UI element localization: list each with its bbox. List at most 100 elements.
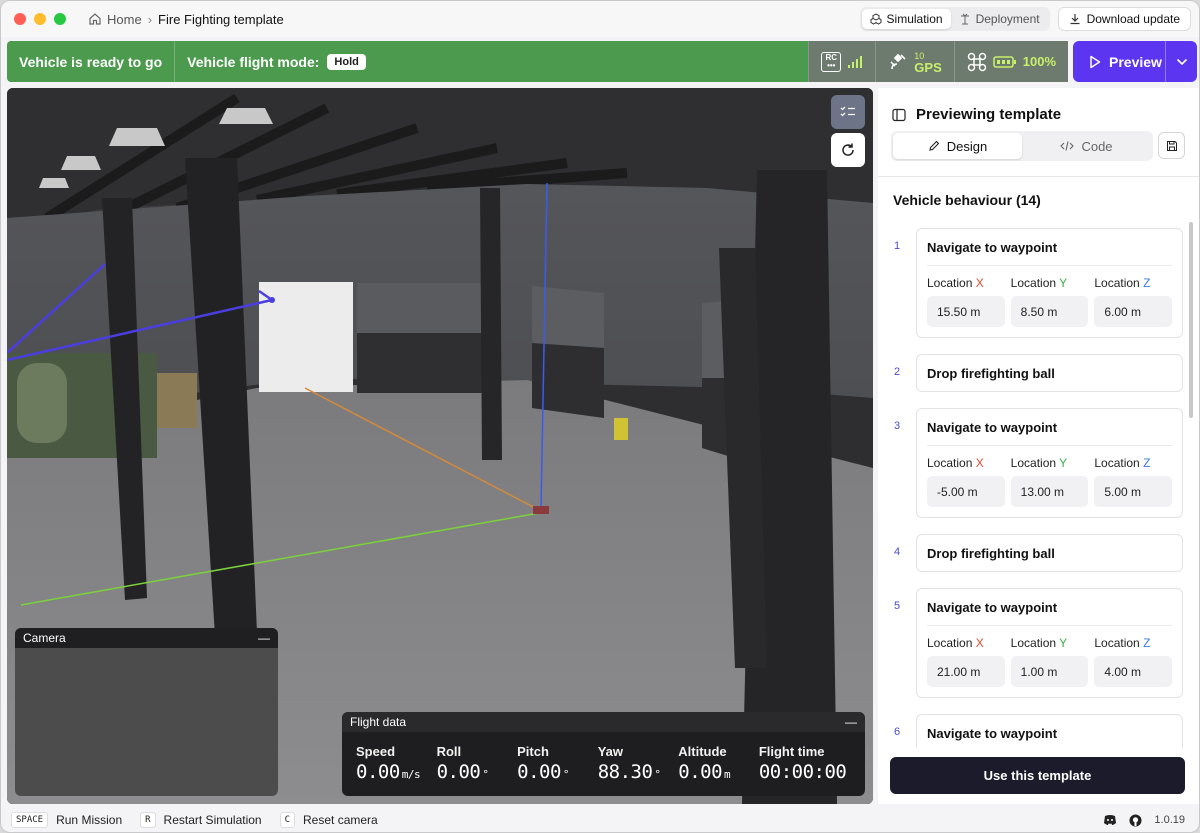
- preview-button[interactable]: Preview: [1073, 41, 1197, 82]
- yaw-readout: Yaw 88.30 °: [598, 744, 679, 783]
- step-number: 1: [894, 240, 901, 252]
- location-x-input[interactable]: -5.00 m: [927, 476, 1005, 507]
- location-x-label: Location X: [927, 636, 1005, 650]
- location-y-input[interactable]: 1.00 m: [1010, 656, 1089, 687]
- step-card[interactable]: Drop firefighting ball: [916, 534, 1183, 572]
- tab-design-label: Design: [946, 138, 988, 154]
- app-window: Home › Fire Fighting template Simulation…: [0, 0, 1200, 833]
- altitude-label: Altitude: [678, 744, 727, 759]
- reload-button[interactable]: [831, 133, 865, 167]
- location-y-input[interactable]: 8.50 m: [1010, 296, 1089, 327]
- flight-data-minimize-button[interactable]: —: [845, 715, 857, 729]
- close-window-button[interactable]: [14, 13, 26, 25]
- restart-simulation-shortcut[interactable]: Restart Simulation: [164, 813, 262, 827]
- flight-data-title: Flight data: [350, 715, 407, 729]
- step-number: 2: [894, 366, 901, 378]
- axis-x: X: [975, 636, 984, 650]
- tab-design[interactable]: Design: [893, 133, 1022, 159]
- github-icon[interactable]: [1129, 814, 1142, 827]
- flight-time-value: 00:00:00: [758, 761, 847, 783]
- flight-mode-status: Vehicle flight mode: Hold: [175, 41, 378, 82]
- location-x-input[interactable]: 21.00 m: [927, 656, 1005, 687]
- behaviour-list-scrollbar[interactable]: [1189, 222, 1193, 418]
- tab-code-label: Code: [1081, 138, 1113, 154]
- deployment-tab-label: Deployment: [975, 12, 1040, 26]
- deployment-tab[interactable]: Deployment: [951, 9, 1048, 29]
- step-card[interactable]: Navigate to waypoint Location X Location…: [916, 408, 1183, 518]
- simulation-tab-label: Simulation: [886, 12, 943, 26]
- step-card[interactable]: Drop firefighting ball: [916, 354, 1183, 392]
- vehicle-status-bar: Vehicle is ready to go Vehicle flight mo…: [7, 41, 1068, 82]
- location-values: 15.50 m 8.50 m 6.00 m: [917, 290, 1182, 337]
- camera-minimize-button[interactable]: —: [258, 631, 270, 645]
- shortcut-footer: SPACE Run Mission R Restart Simulation C…: [1, 806, 1199, 832]
- altitude-readout: Altitude 0.00 m: [678, 744, 759, 783]
- location-z-input[interactable]: 6.00 m: [1094, 296, 1173, 327]
- step-number: 5: [894, 600, 901, 612]
- gps-label: GPS: [914, 59, 942, 75]
- refresh-icon: [842, 143, 854, 156]
- discord-icon[interactable]: [1103, 814, 1117, 826]
- axis-y: Y: [1059, 276, 1068, 290]
- location-y-input[interactable]: 13.00 m: [1010, 476, 1089, 507]
- window-controls: [14, 13, 66, 25]
- flight-time-value-wrap: 00:00:00: [759, 761, 851, 783]
- checklist-button[interactable]: [831, 95, 865, 129]
- panel-header: Previewing template: [892, 106, 1061, 123]
- battery-indicator: 100%: [953, 41, 1068, 82]
- location-x-label: Location X: [927, 276, 1005, 290]
- speed-label: Speed: [356, 744, 396, 759]
- cubes-icon: [870, 13, 882, 25]
- r-key: R: [140, 812, 156, 828]
- flight-data-header: Flight data —: [342, 712, 865, 732]
- location-x-input[interactable]: 15.50 m: [927, 296, 1005, 327]
- preview-dropdown-button[interactable]: [1165, 41, 1197, 82]
- simulation-tab[interactable]: Simulation: [861, 9, 951, 29]
- altitude-value: 0.00: [678, 761, 723, 783]
- step-title: Drop firefighting ball: [927, 366, 1055, 381]
- simulation-viewport[interactable]: Camera — Flight data — Speed 0.00 m/s Roll…: [7, 88, 873, 804]
- location-labels: Location X Location Y Location Z: [917, 626, 1182, 650]
- pitch-readout: Pitch 0.00 °: [517, 744, 598, 783]
- location-word: Location: [927, 456, 973, 470]
- save-button[interactable]: [1158, 132, 1185, 159]
- location-z-label: Location Z: [1094, 636, 1172, 650]
- top-actions: Simulation Deployment Download update: [859, 7, 1191, 31]
- rc-icon: RC •••: [821, 51, 842, 72]
- run-mission-shortcut[interactable]: Run Mission: [56, 813, 122, 827]
- step-card[interactable]: Navigate to waypoint Location X Location…: [916, 228, 1183, 338]
- pitch-value-wrap: 0.00 °: [517, 761, 598, 783]
- step-card[interactable]: Navigate to waypoint: [916, 714, 1183, 748]
- minimize-window-button[interactable]: [34, 13, 46, 25]
- location-z-input[interactable]: 4.00 m: [1094, 656, 1173, 687]
- breadcrumb-home[interactable]: Home: [88, 12, 142, 27]
- step-number: 3: [894, 420, 901, 432]
- step-number: 6: [894, 726, 901, 738]
- roll-value: 0.00: [436, 761, 481, 783]
- pencil-icon: [929, 140, 940, 151]
- battery-percent: 100%: [1022, 54, 1056, 69]
- download-update-button[interactable]: Download update: [1057, 7, 1191, 31]
- yaw-label: Yaw: [597, 744, 623, 759]
- location-word: Location: [1010, 276, 1057, 290]
- step-number: 4: [894, 546, 901, 558]
- tab-code[interactable]: Code: [1022, 133, 1151, 159]
- speed-readout: Speed 0.00 m/s: [356, 744, 437, 783]
- ready-status-text: Vehicle is ready to go: [19, 53, 163, 70]
- maximize-window-button[interactable]: [54, 13, 66, 25]
- roll-readout: Roll 0.00 °: [437, 744, 518, 783]
- flight-mode-label: Vehicle flight mode:: [187, 53, 320, 70]
- sidebar-toggle-icon[interactable]: [892, 108, 906, 122]
- chevron-down-icon: [1176, 58, 1187, 65]
- use-template-button[interactable]: Use this template: [890, 757, 1185, 794]
- speed-unit: m/s: [401, 768, 421, 781]
- axis-z: Z: [1143, 456, 1151, 470]
- code-icon: [1060, 141, 1075, 151]
- preview-main[interactable]: Preview: [1073, 54, 1165, 70]
- location-z-label: Location Z: [1094, 456, 1172, 470]
- axis-x: X: [975, 276, 984, 290]
- step-card[interactable]: Navigate to waypoint Location X Location…: [916, 588, 1183, 698]
- pitch-unit: °: [562, 768, 570, 781]
- reset-camera-shortcut[interactable]: Reset camera: [303, 813, 378, 827]
- location-z-input[interactable]: 5.00 m: [1094, 476, 1173, 507]
